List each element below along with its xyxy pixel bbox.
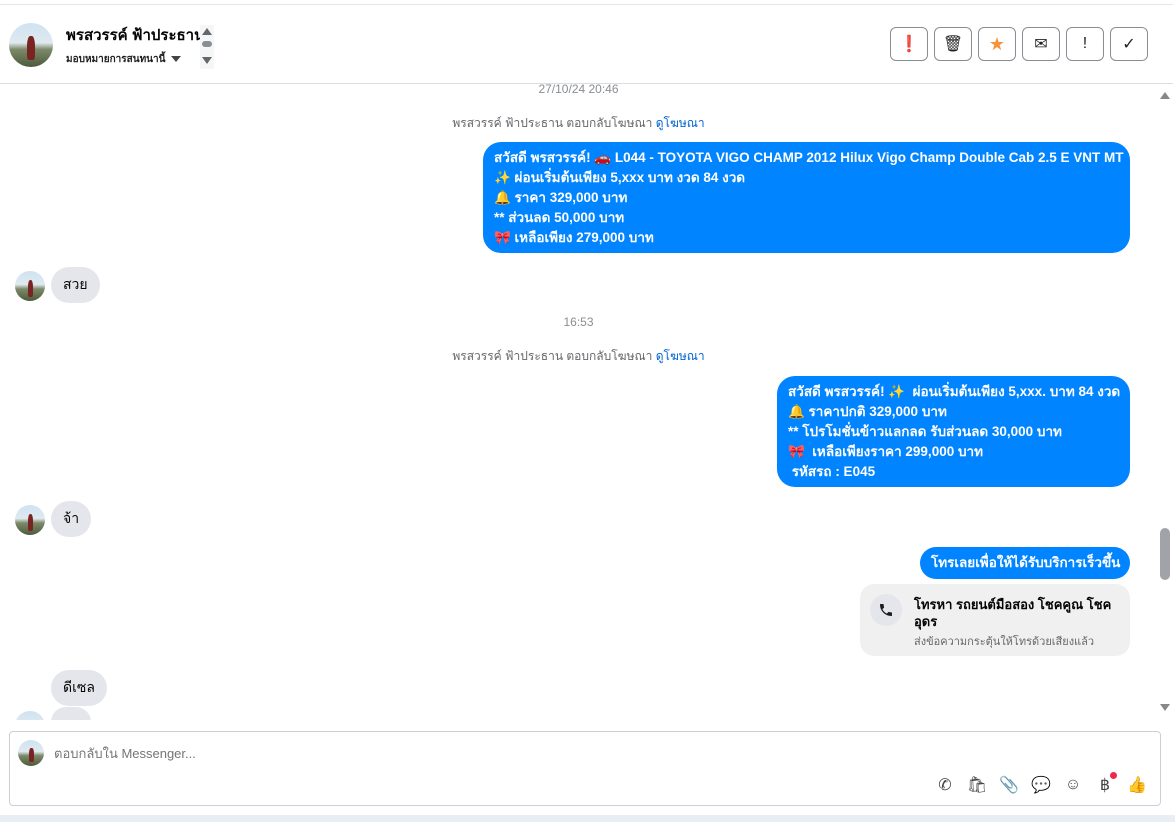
- phone-plus-icon[interactable]: ✆: [935, 774, 955, 796]
- star-button[interactable]: ★: [978, 27, 1016, 61]
- check-icon: ✓: [1122, 36, 1136, 53]
- assign-label: มอบหมายการสนทนานี้: [66, 54, 166, 65]
- thumbs-up-glyph: 👍: [1127, 777, 1147, 794]
- ad-reply-text: พรสวรรค์ ฟ้าประธาน ตอบกลับโฆษณา: [452, 349, 653, 363]
- chat-bubble-icon[interactable]: 💬: [1031, 774, 1051, 796]
- phone-plus-glyph: ✆: [938, 777, 952, 794]
- exclamation-icon: !: [1082, 35, 1088, 52]
- call-card-subtitle: ส่งข้อความกระตุ้นให้โทรด้วยเสียงแล้ว: [914, 636, 1095, 648]
- contact-avatar-small: [15, 711, 45, 720]
- ad-reply-note: พรสวรรค์ ฟ้าประธาน ตอบกลับโฆษณา ดูโฆษณา: [0, 114, 1157, 133]
- baht-glyph: ฿: [1099, 777, 1111, 794]
- outgoing-message[interactable]: สวัสดี พรสวรรค์! ✨ ผ่อนเริ่มต้นเพียง 5,x…: [777, 376, 1130, 487]
- messenger-inbox-thread: พรสวรรค์ ฟ้าประธาน มอบหมายการสนทนานี้ ❗ …: [0, 0, 1175, 822]
- notification-dot: [1110, 772, 1117, 779]
- reply-input[interactable]: [54, 746, 654, 761]
- mark-done-button[interactable]: ✓: [1110, 27, 1148, 61]
- composer-toolbar: ✆ 🛍 📎 💬 ☺ ฿ 👍: [935, 772, 1147, 796]
- paperclip-glyph: 📎: [999, 777, 1019, 794]
- mark-spam-button[interactable]: ❗: [890, 27, 928, 61]
- outgoing-message[interactable]: โทรเลยเพื่อให้ได้รับบริการเร็วขึ้น: [920, 547, 1130, 579]
- ad-reply-note: พรสวรรค์ ฟ้าประธาน ตอบกลับโฆษณา ดูโฆษณา: [0, 347, 1157, 366]
- follow-up-button[interactable]: !: [1066, 27, 1104, 61]
- shopping-bag-glyph: 🛍: [966, 777, 988, 794]
- chevron-down-icon: [171, 56, 182, 63]
- emoji-icon[interactable]: ☺: [1063, 774, 1083, 796]
- emoji-glyph: ☺: [1064, 776, 1082, 793]
- thread-actions: ❗ 🗑 ★ ✉ ! ✓: [890, 27, 1148, 61]
- star-icon: ★: [988, 33, 1006, 54]
- incoming-message-partial[interactable]: [51, 707, 91, 720]
- ad-reply-text: พรสวรรค์ ฟ้าประธาน ตอบกลับโฆษณา: [452, 116, 653, 130]
- contact-name[interactable]: พรสวรรค์ ฟ้าประธาน: [66, 23, 204, 47]
- shopping-bag-icon[interactable]: 🛍: [967, 774, 987, 796]
- view-ad-link[interactable]: ดูโฆษณา: [656, 349, 705, 363]
- thumbs-up-icon[interactable]: 👍: [1127, 774, 1147, 796]
- incoming-message[interactable]: สวย: [51, 267, 100, 303]
- reply-composer: ✆ 🛍 📎 💬 ☺ ฿ 👍: [9, 731, 1161, 806]
- page-avatar: [18, 740, 44, 766]
- outgoing-message[interactable]: สวัสดี พรสวรรค์! 🚗 L044 - TOYOTA VIGO CH…: [483, 142, 1130, 253]
- assign-conversation-dropdown[interactable]: มอบหมายการสนทนานี้: [66, 52, 182, 67]
- contact-avatar-small: [15, 505, 45, 535]
- contact-avatar-small: [15, 271, 45, 301]
- contact-avatar[interactable]: [9, 23, 53, 67]
- scroll-thumb[interactable]: [1160, 528, 1170, 580]
- scroll-down-icon[interactable]: [202, 57, 212, 64]
- call-request-card[interactable]: โทรหา รถยนต์มือสอง โชคคูณ โชค อุดร ส่งข้…: [860, 584, 1130, 656]
- message-timestamp: 16:53: [563, 315, 594, 329]
- baht-icon[interactable]: ฿: [1095, 772, 1117, 796]
- scroll-up-icon[interactable]: [1160, 92, 1170, 99]
- message-list[interactable]: 27/10/24 20:46 พรสวรรค์ ฟ้าประธาน ตอบกลั…: [0, 84, 1157, 720]
- incoming-message[interactable]: ดีเซล: [51, 670, 107, 706]
- view-ad-link[interactable]: ดูโฆษณา: [656, 116, 705, 130]
- delete-button[interactable]: 🗑: [934, 27, 972, 61]
- window-bottom-edge: [0, 815, 1175, 822]
- scroll-down-icon[interactable]: [1160, 704, 1170, 711]
- alert-circle-icon: ❗: [899, 36, 919, 53]
- scroll-up-icon[interactable]: [202, 28, 212, 35]
- scroll-thumb[interactable]: [202, 41, 212, 47]
- envelope-icon: ✉: [1034, 36, 1048, 53]
- message-list-scrollbar[interactable]: [1158, 84, 1173, 720]
- incoming-message[interactable]: จ้า: [51, 501, 92, 537]
- trash-icon: 🗑: [942, 36, 964, 53]
- thread-header: พรสวรรค์ ฟ้าประธาน มอบหมายการสนทนานี้ ❗ …: [0, 4, 1173, 84]
- header-scrollbar[interactable]: [200, 25, 214, 69]
- paperclip-icon[interactable]: 📎: [999, 774, 1019, 796]
- mark-unread-button[interactable]: ✉: [1022, 27, 1060, 61]
- phone-icon: [870, 594, 902, 626]
- message-timestamp: 27/10/24 20:46: [538, 84, 619, 96]
- chat-bubble-glyph: 💬: [1031, 777, 1051, 794]
- call-card-title: โทรหา รถยนต์มือสอง โชคคูณ โชค อุดร: [914, 597, 1112, 629]
